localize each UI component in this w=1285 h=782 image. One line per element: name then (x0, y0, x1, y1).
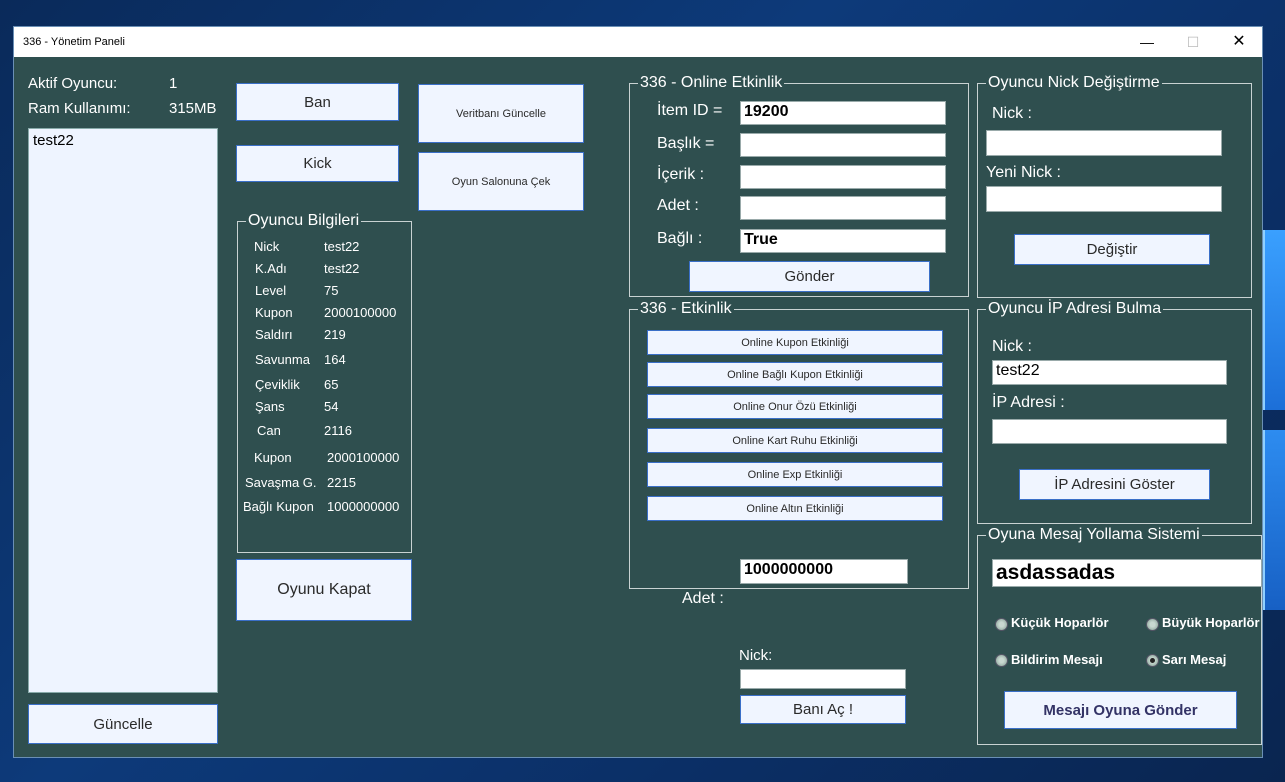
old-nick-label: Nick : (992, 105, 1032, 122)
player-info-key: Can (257, 423, 281, 438)
player-info-key: Kupon (255, 305, 293, 320)
send-button[interactable]: Gönder (689, 261, 930, 292)
ip-address-input[interactable] (992, 419, 1227, 444)
list-item[interactable]: test22 (29, 129, 217, 152)
player-info-value: test22 (324, 261, 360, 276)
new-nick-label: Yeni Nick : (986, 164, 1061, 181)
send-message-button[interactable]: Mesajı Oyuna Gönder (1004, 691, 1237, 729)
yellow-message-label: Sarı Mesaj (1162, 652, 1227, 667)
big-speaker-label: Büyük Hoparlör (1162, 615, 1260, 630)
player-info-value: 75 (324, 283, 339, 298)
old-nick-input[interactable] (986, 130, 1222, 156)
player-info-key: Şans (255, 399, 285, 414)
item-id-input[interactable]: 19200 (740, 101, 946, 125)
unban-button[interactable]: Banı Aç ! (740, 695, 906, 724)
unban-nick-label: Nick: (739, 647, 773, 664)
title-input[interactable] (740, 133, 946, 157)
player-info-value: test22 (324, 239, 360, 254)
ban-button[interactable]: Ban (236, 83, 399, 121)
player-info-key: Nick (254, 239, 280, 254)
event-title: 336 - Etkinlik (638, 300, 734, 318)
window-title: 336 - Yönetim Paneli (23, 36, 125, 48)
new-nick-input[interactable] (986, 186, 1222, 212)
event-button[interactable]: Online Onur Özü Etkinliği (647, 394, 943, 419)
update-button[interactable]: Güncelle (28, 704, 218, 744)
event-amount-label: Adet : (682, 590, 724, 607)
online-event-title: 336 - Online Etkinlik (638, 74, 785, 92)
player-info-key: Çeviklik (255, 377, 300, 392)
client-area: Aktif Oyuncu: 1 Ram Kullanımı: 315MB tes… (14, 57, 1262, 757)
amount-input[interactable] (740, 196, 946, 220)
player-info-key: Savunma (255, 352, 310, 367)
update-database-button[interactable]: Veritbanı Güncelle (418, 84, 584, 143)
active-players-label: Aktif Oyuncu: (28, 75, 118, 92)
message-input[interactable]: asdassadas (992, 559, 1262, 587)
small-speaker-label: Küçük Hoparlör (1011, 615, 1109, 630)
yellow-message-radio[interactable] (1146, 654, 1159, 667)
player-listbox[interactable]: test22 (28, 128, 218, 693)
ram-usage-value: 315MB (169, 100, 217, 117)
main-window: 336 - Yönetim Paneli — ☐ ✕ Aktif Oyuncu:… (13, 26, 1263, 758)
ram-usage-label: Ram Kullanımı: (28, 100, 131, 117)
player-info-key: Saldırı (255, 327, 293, 342)
show-ip-button[interactable]: İP Adresini Göster (1019, 469, 1210, 500)
close-button[interactable]: ✕ (1216, 27, 1262, 57)
change-nick-button[interactable]: Değiştir (1014, 234, 1210, 265)
player-info-value: 2000100000 (327, 450, 400, 465)
message-title: Oyuna Mesaj Yollama Sistemi (986, 526, 1202, 544)
bound-input[interactable]: True (740, 229, 946, 253)
player-info-key: Bağlı Kupon (243, 499, 314, 514)
ip-nick-input[interactable]: test22 (992, 360, 1227, 385)
player-info-value: 2215 (327, 475, 356, 490)
desktop-background-accent-2 (1263, 430, 1285, 610)
player-info-key: Kupon (254, 450, 292, 465)
amount-label: Adet : (657, 197, 699, 214)
maximize-button[interactable]: ☐ (1170, 27, 1216, 57)
pull-to-lobby-button[interactable]: Oyun Salonuna Çek (418, 152, 584, 211)
notification-radio[interactable] (995, 654, 1008, 667)
item-id-label: İtem ID = (657, 102, 723, 119)
desktop-background-accent (1263, 230, 1285, 410)
content-input[interactable] (740, 165, 946, 189)
ip-nick-label: Nick : (992, 338, 1032, 355)
content-label: İçerik : (657, 166, 705, 183)
close-game-button[interactable]: Oyunu Kapat (236, 559, 412, 621)
event-button[interactable]: Online Exp Etkinliği (647, 462, 943, 487)
player-info-value: 1000000000 (327, 499, 400, 514)
player-info-key: Level (255, 283, 287, 298)
event-button[interactable]: Online Altın Etkinliği (647, 496, 943, 521)
player-info-key: Savaşma G. (245, 475, 317, 490)
player-info-value: 164 (324, 352, 346, 367)
active-players-value: 1 (169, 75, 178, 92)
event-button[interactable]: Online Kupon Etkinliği (647, 330, 943, 355)
kick-button[interactable]: Kick (236, 145, 399, 182)
ip-address-label: İP Adresi : (992, 394, 1065, 411)
event-button[interactable]: Online Kart Ruhu Etkinliği (647, 428, 943, 453)
minimize-button[interactable]: — (1124, 27, 1170, 57)
title-label: Başlık = (657, 135, 715, 152)
nick-change-title: Oyuncu Nick Değiştirme (986, 74, 1162, 92)
player-info-value: 219 (324, 327, 346, 342)
big-speaker-radio[interactable] (1146, 618, 1159, 631)
player-info-value: 2000100000 (324, 305, 397, 320)
title-bar: 336 - Yönetim Paneli — ☐ ✕ (14, 27, 1262, 57)
player-info-value: 2116 (324, 423, 352, 438)
bound-label: Bağlı : (657, 230, 703, 247)
event-button[interactable]: Online Bağlı Kupon Etkinliği (647, 362, 943, 387)
small-speaker-radio[interactable] (995, 618, 1008, 631)
unban-nick-input[interactable] (740, 669, 906, 689)
player-info-title: Oyuncu Bilgileri (246, 212, 362, 230)
notification-label: Bildirim Mesajı (1011, 652, 1103, 667)
player-info-value: 65 (324, 377, 339, 392)
player-info-value: 54 (324, 399, 339, 414)
event-amount-input[interactable]: 1000000000 (740, 559, 908, 584)
ip-find-title: Oyuncu İP Adresi Bulma (986, 300, 1164, 318)
player-info-key: K.Adı (255, 261, 287, 276)
